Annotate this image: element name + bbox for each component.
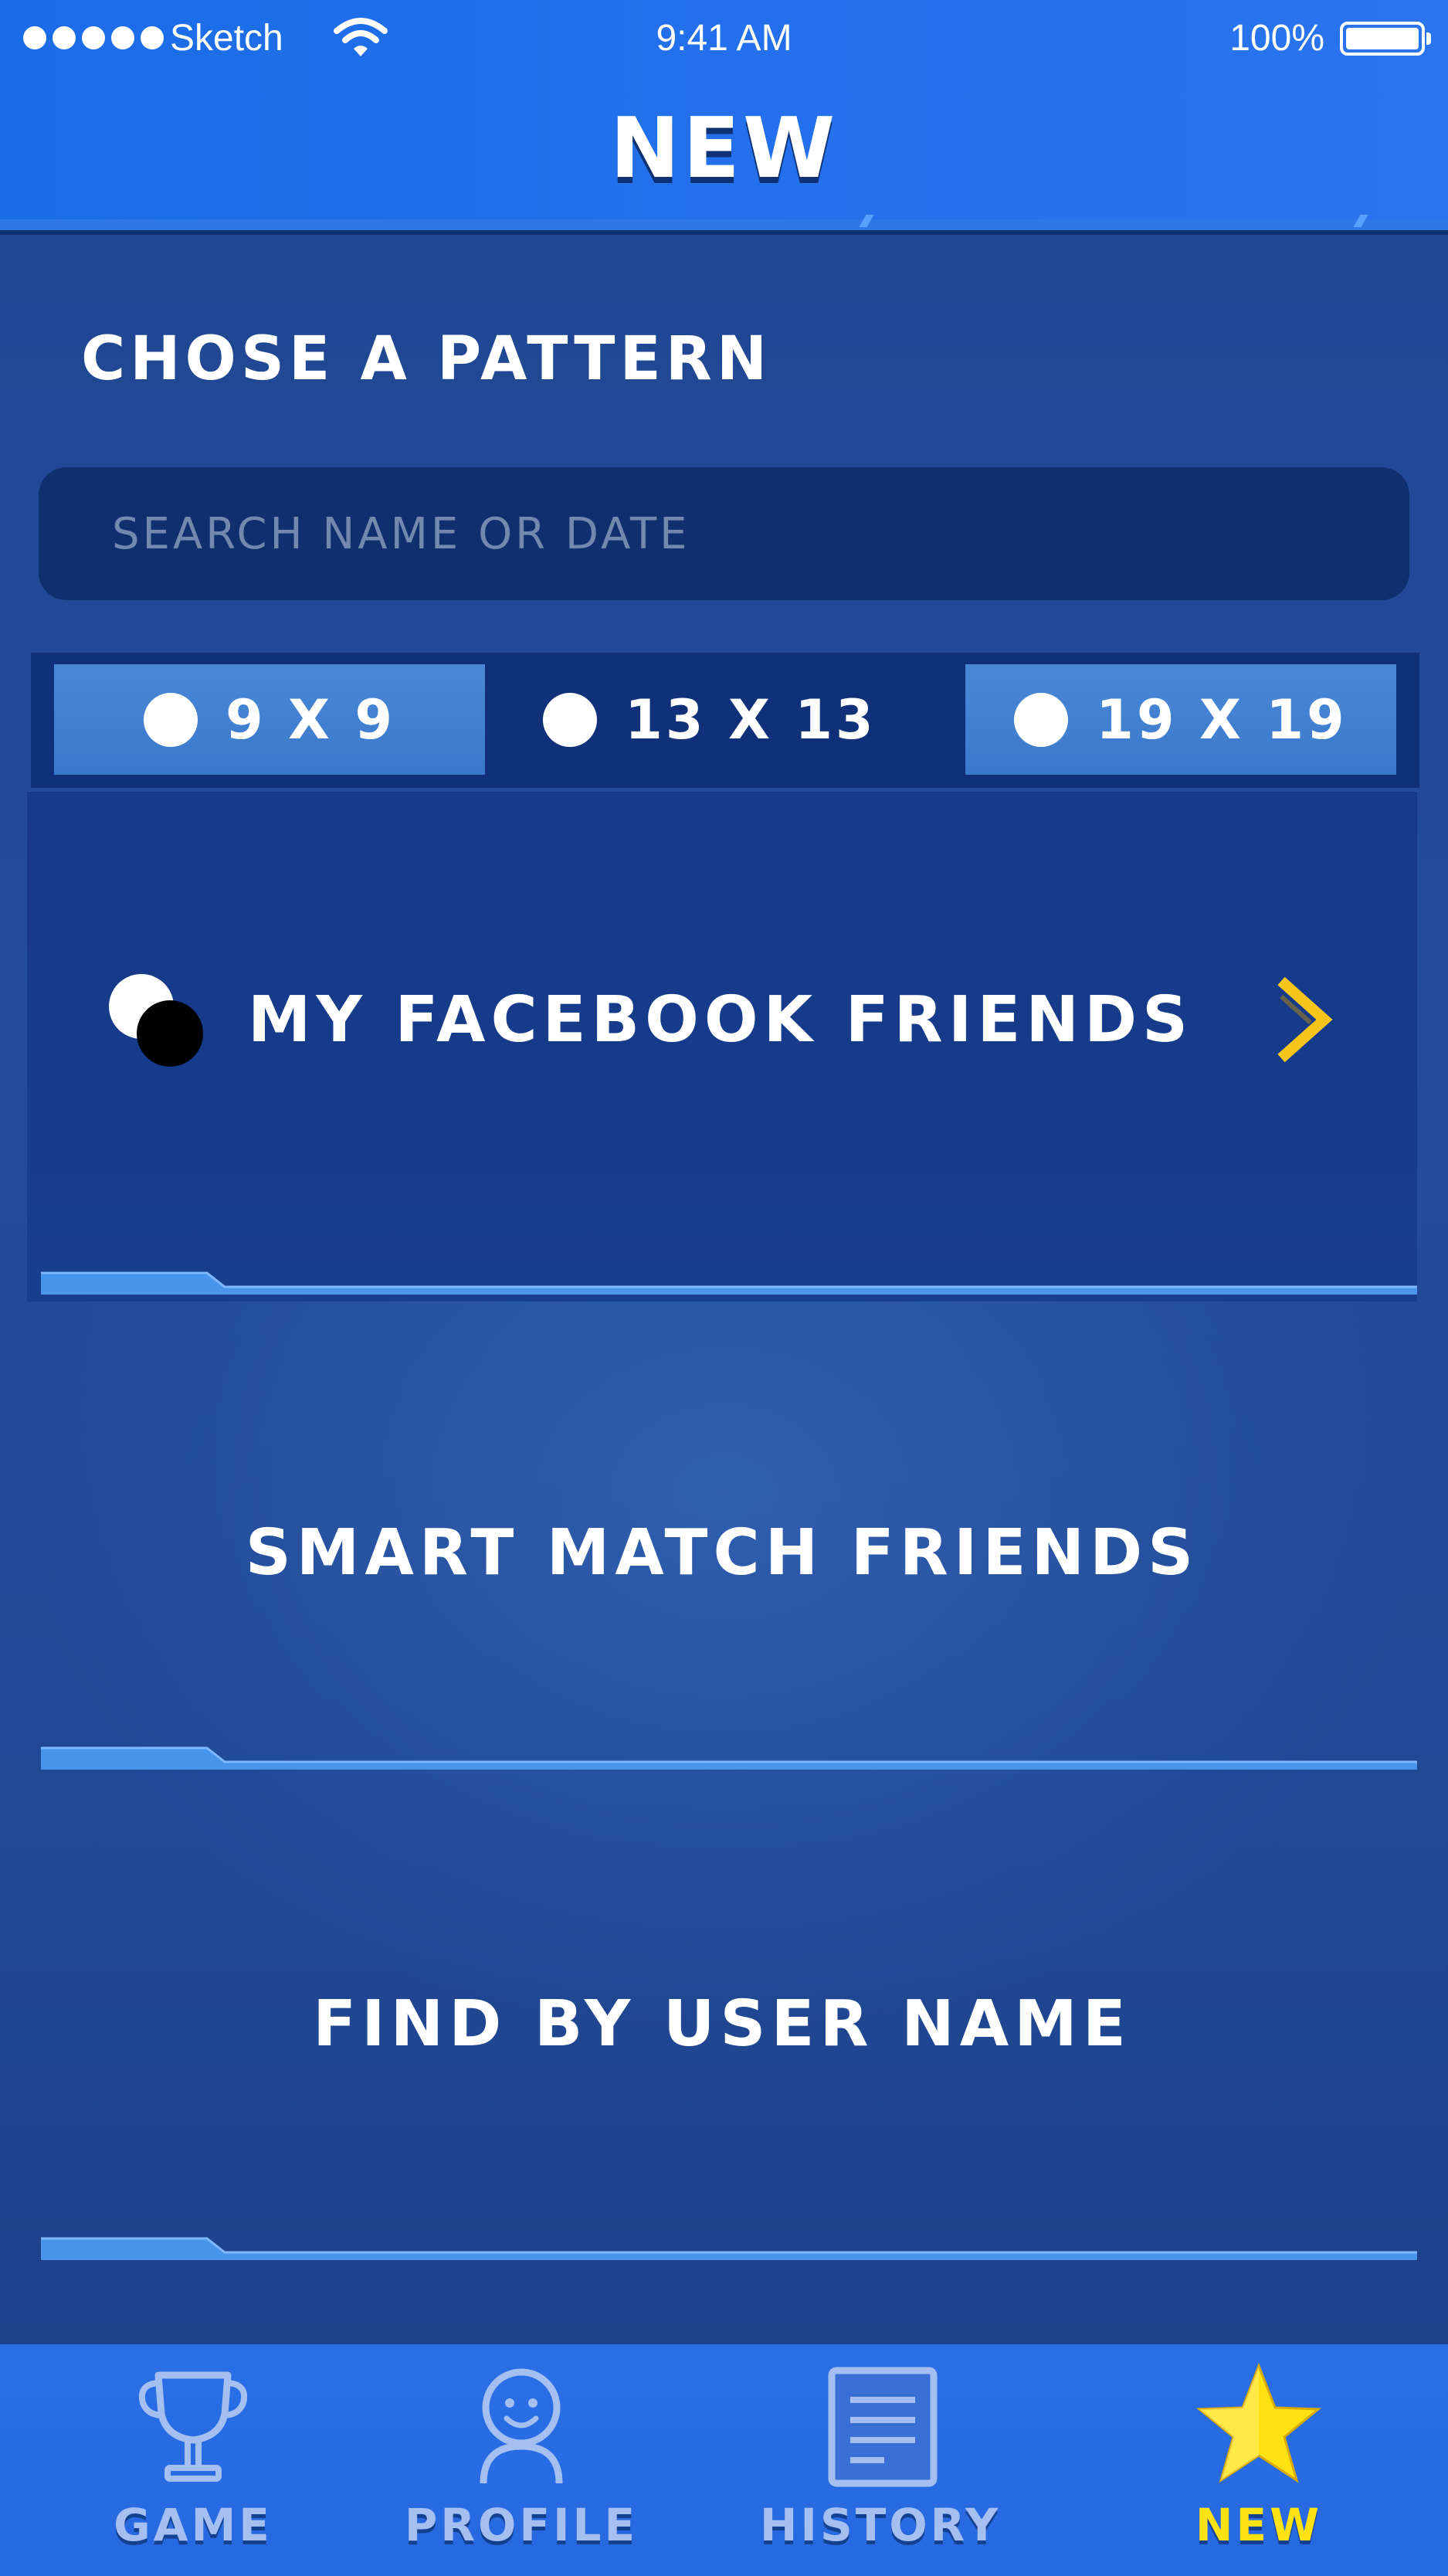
facebook-friends-option[interactable]: MY FACEBOOK FRIENDS	[27, 792, 1417, 1302]
nav-label: HISTORY	[759, 2499, 1002, 2551]
search-input[interactable]	[39, 467, 1409, 600]
tab-label: 13 X 13	[625, 687, 877, 752]
white-stone-icon	[543, 692, 598, 747]
trophy-icon	[139, 2371, 247, 2482]
divider-rail	[41, 1746, 1417, 1770]
nav-history[interactable]: HISTORY	[749, 2360, 1012, 2568]
nav-profile[interactable]: PROFILE	[390, 2360, 653, 2568]
tab-13x13[interactable]: 13 X 13	[494, 664, 925, 775]
option-label: FIND BY USER NAME	[313, 1987, 1131, 2061]
divider-rail	[41, 2237, 1417, 2260]
tab-label: 19 X 19	[1096, 687, 1348, 752]
tab-19x19[interactable]: 19 X 19	[965, 664, 1396, 775]
option-label: SMART MATCH FRIENDS	[245, 1515, 1199, 1590]
header-rail	[0, 219, 1448, 230]
bottom-nav: GAME PROFILE HISTORY NEW	[0, 2344, 1448, 2576]
find-by-username-option[interactable]: FIND BY USER NAME	[27, 1807, 1417, 2255]
battery-percent: 100%	[1229, 18, 1324, 59]
board-size-tabs: 9 X 9 13 X 13 19 X 19	[31, 653, 1419, 788]
go-stones-icon	[104, 969, 205, 1070]
history-icon	[828, 2367, 938, 2487]
header: Sketch 9:41 AM 100% NEW	[0, 0, 1448, 224]
battery-icon	[1340, 22, 1431, 56]
section-title: CHOSE A PATTERN	[81, 324, 772, 394]
smart-match-option[interactable]: SMART MATCH FRIENDS	[27, 1313, 1417, 1807]
tab-9x9[interactable]: 9 X 9	[54, 664, 485, 775]
divider-rail	[41, 1271, 1417, 1295]
tab-label: 9 X 9	[225, 687, 396, 752]
page-title: NEW	[609, 100, 839, 197]
nav-new[interactable]: NEW	[1128, 2360, 1390, 2568]
chevron-right-icon	[1277, 976, 1333, 1063]
status-bar: Sketch 9:41 AM 100%	[0, 0, 1448, 77]
nav-label: PROFILE	[404, 2499, 639, 2551]
white-stone-icon	[1014, 692, 1069, 747]
nav-game[interactable]: GAME	[62, 2360, 324, 2568]
white-stone-icon	[143, 692, 198, 747]
nav-label: GAME	[114, 2499, 273, 2551]
profile-icon	[480, 2368, 563, 2484]
screen: Sketch 9:41 AM 100% NEW CHOSE A PATTERN …	[0, 0, 1448, 2576]
star-icon	[1195, 2362, 1322, 2483]
option-label: MY FACEBOOK FRIENDS	[247, 983, 1194, 1057]
nav-label: NEW	[1195, 2499, 1323, 2551]
